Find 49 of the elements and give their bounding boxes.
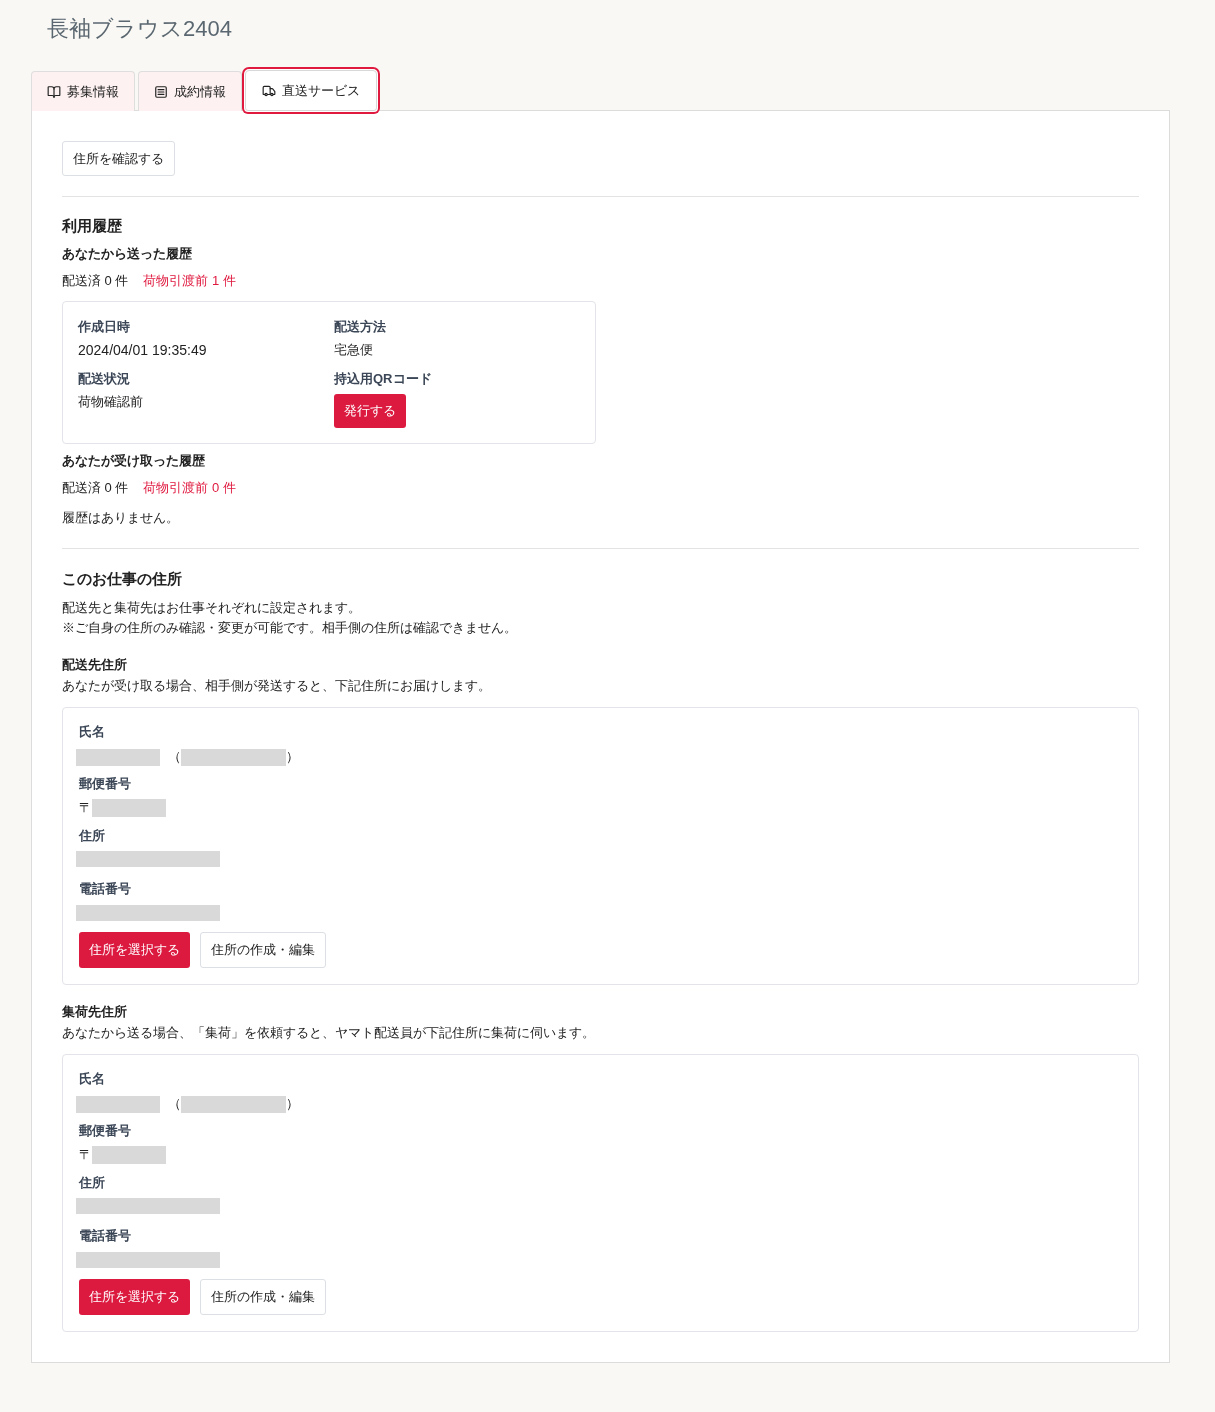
delivered-count: 配送済 0 件: [62, 272, 129, 290]
select-address-button[interactable]: 住所を選択する: [79, 932, 190, 968]
field-label: 電話番号: [79, 1227, 132, 1245]
page-title: 長袖ブラウス2404: [47, 16, 233, 42]
section-description: あなたから送る場合、「集荷」を依頼すると、ヤマト配送員が下記住所に集荷に伺います。: [62, 1024, 596, 1042]
field-label: 住所: [79, 827, 106, 845]
field-label: 氏名: [79, 1070, 106, 1088]
address-note: 配送先と集荷先はお仕事それぞれに設定されます。: [62, 599, 362, 617]
address-note: ※ご自身の住所のみ確認・変更が可能です。相手側の住所は確認できません。: [62, 619, 518, 637]
confirm-address-button[interactable]: 住所を確認する: [62, 141, 175, 176]
postal-mark: 〒: [79, 799, 92, 817]
history-subheading: あなたが受け取った履歴: [62, 452, 206, 470]
empty-history-message: 履歴はありません。: [62, 509, 180, 527]
name-paren-close: ）: [286, 748, 299, 766]
tab[interactable]: 直送サービス: [245, 70, 377, 111]
field-label: 作成日時: [78, 318, 131, 336]
name-paren-open: （: [168, 748, 181, 766]
field-label: 電話番号: [79, 880, 132, 898]
section-subheading: 配送先住所: [62, 656, 128, 674]
list-icon: [154, 84, 168, 99]
section-heading: このお仕事の住所: [62, 569, 183, 589]
pending-count: 荷物引渡前 1 件: [143, 272, 236, 290]
section-heading: 利用履歴: [62, 216, 123, 236]
field-label: 氏名: [79, 723, 106, 741]
field-label: 配送状況: [78, 370, 131, 388]
field-label: 住所: [79, 1174, 106, 1192]
issue-qr-button[interactable]: 発行する: [334, 394, 406, 428]
delivery-method: 宅急便: [334, 341, 374, 359]
field-label: 郵便番号: [79, 775, 132, 793]
field-label: 配送方法: [334, 318, 387, 336]
pending-count: 荷物引渡前 0 件: [143, 479, 236, 497]
tab[interactable]: 成約情報: [138, 71, 242, 111]
history-subheading: あなたから送った履歴: [62, 245, 193, 263]
book-icon: [47, 84, 61, 99]
section-description: あなたが受け取る場合、相手側が発送すると、下記住所にお届けします。: [62, 677, 492, 695]
field-label: 郵便番号: [79, 1122, 132, 1140]
section-subheading: 集荷先住所: [62, 1003, 128, 1021]
name-paren-close: ）: [286, 1095, 299, 1113]
delivery-status: 荷物確認前: [78, 393, 144, 411]
field-label: 持込用QRコード: [334, 370, 433, 388]
truck-icon: [262, 83, 276, 98]
postal-mark: 〒: [79, 1146, 92, 1164]
edit-address-button[interactable]: 住所の作成・編集: [200, 1279, 326, 1315]
delivered-count: 配送済 0 件: [62, 479, 129, 497]
tab[interactable]: 募集情報: [31, 71, 135, 111]
created-datetime: 2024/04/01 19:35:49: [78, 341, 208, 360]
select-address-button[interactable]: 住所を選択する: [79, 1279, 190, 1315]
name-paren-open: （: [168, 1095, 181, 1113]
edit-address-button[interactable]: 住所の作成・編集: [200, 932, 326, 968]
